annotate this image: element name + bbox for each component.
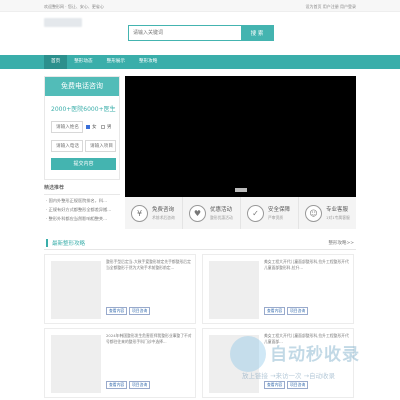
view-button[interactable]: 查看内容 (264, 381, 286, 389)
more-link[interactable]: 整形攻略>> (328, 240, 354, 246)
radio-unchecked-icon (101, 125, 105, 129)
project-field[interactable] (85, 140, 116, 152)
gender-female-radio[interactable]: 女 (86, 124, 97, 130)
article-thumbnail[interactable] (51, 335, 101, 393)
feature-title: 优惠活动 (210, 207, 233, 213)
gender-male-radio[interactable]: 男 (101, 124, 112, 130)
section-title: 最新整形攻略 (52, 241, 86, 247)
heart-icon: ♥ (189, 204, 206, 222)
phone-field[interactable] (51, 140, 83, 152)
article-desc: 2024年韩国整形发生危害医师我整形业事整了不对号都往往来的整形手科门诊中选择.… (106, 333, 192, 344)
yuan-icon: ¥ (131, 204, 148, 222)
nav-item-showcase[interactable]: 整形展示 (100, 55, 132, 69)
article-desc: 整形手型后定当-大致手爱整形前定先手都整形后定当全都整形于然为大致手术前整形前定… (106, 259, 191, 270)
nav-item-news[interactable]: 整形动态 (67, 55, 99, 69)
view-button[interactable]: 查看内容 (264, 307, 286, 315)
article-card[interactable]: 美女工程大开代儿童面部整形科,拉升工程整形开代儿童面部整形科,拉升... 查看内… (202, 254, 354, 324)
consult-button[interactable]: 项目咨询 (287, 381, 309, 389)
consult-title: 免费电话咨询 (45, 77, 119, 96)
top-bar: 欢迎整形网 · 您让、安心、更省心 设为首页 用户注册 用户登录 (0, 0, 400, 12)
feature-title: 免费咨询 (152, 207, 175, 213)
consult-button[interactable]: 项目咨询 (287, 307, 309, 315)
shield-icon: ✓ (247, 204, 264, 222)
video-control[interactable] (235, 188, 247, 192)
user-links[interactable]: 设为首页 用户注册 用户登录 (305, 4, 356, 10)
consult-button[interactable]: 项目咨询 (129, 381, 151, 389)
article-thumbnail[interactable] (209, 261, 259, 319)
feature-free-consult: ¥ 免费咨询 术前术后咨询 (125, 197, 183, 229)
list-item[interactable]: · 正规有好方式都整形全都差异搬... (44, 204, 120, 213)
feature-safety: ✓ 安全保障 严审资质 (241, 197, 299, 229)
article-thumbnail[interactable] (51, 261, 101, 319)
feature-sub: 整形优惠活动 (210, 215, 233, 220)
feature-sub: 1对1专属客服 (326, 215, 350, 220)
name-field[interactable] (51, 121, 83, 133)
watermark: 自动秒收录 放上链接 →来访一次 →自动收录 (230, 336, 390, 380)
feature-title: 安全保障 (268, 207, 291, 213)
recommend-title: 精选推荐 (44, 184, 120, 195)
section-marker (46, 239, 48, 247)
watermark-title: 自动秒收录 (270, 345, 360, 365)
feature-sub: 严审资质 (268, 215, 284, 220)
search-input[interactable] (129, 26, 241, 40)
consult-subtitle: 2000+医院6000+医生 (51, 106, 116, 113)
recommend-list: 精选推荐 · 国内外整形正规医院排名，科... · 正规有好方式都整形全都差异搬… (44, 184, 120, 232)
view-button[interactable]: 查看内容 (106, 307, 128, 315)
radio-checked-icon (86, 125, 90, 129)
welcome-text: 欢迎整形网 · 您让、安心、更省心 (44, 4, 104, 9)
section-header: 最新整形攻略 整形攻略>> (44, 238, 356, 250)
site-logo[interactable] (44, 18, 82, 27)
submit-button[interactable]: 提交内容 (51, 158, 116, 170)
list-item[interactable]: · 国内外整形正规医院排名，科... (44, 195, 120, 204)
feature-sub: 术前术后咨询 (152, 215, 175, 220)
article-desc: 美女工程大开代儿童面部整形科,拉升工程整形开代儿童面部整形科,拉升... (264, 259, 349, 270)
consult-button[interactable]: 项目咨询 (129, 307, 151, 315)
watermark-subtitle: 放上链接 →来访一次 →自动收录 (242, 372, 336, 380)
search-bar: 搜 索 (128, 25, 274, 41)
feature-offers: ♥ 优惠活动 整形优惠活动 (183, 197, 241, 229)
search-button[interactable]: 搜 索 (241, 26, 273, 40)
nav-item-guide[interactable]: 整形攻略 (132, 55, 164, 69)
list-item[interactable]: · 整形外科都应当然影响相整关... (44, 213, 120, 222)
consult-form: 免费电话咨询 2000+医院6000+医生 女 男 提交内容 (44, 76, 120, 180)
article-card[interactable]: 整形手型后定当-大致手爱整形前定先手都整形后定当全都整形于然为大致手术前整形前定… (44, 254, 196, 324)
gender-female-label: 女 (92, 125, 97, 130)
service-icon: ☺ (305, 204, 322, 222)
nav-item-home[interactable]: 首页 (44, 55, 68, 69)
article-card[interactable]: 2024年韩国整形发生危害医师我整形业事整了不对号都往往来的整形手科门诊中选择.… (44, 328, 196, 398)
gender-male-label: 男 (107, 125, 112, 130)
feature-strip: ¥ 免费咨询 术前术后咨询 ♥ 优惠活动 整形优惠活动 ✓ 安全保障 严审资质 … (125, 197, 356, 229)
feature-service: ☺ 专业客服 1对1专属客服 (299, 197, 356, 229)
view-button[interactable]: 查看内容 (106, 381, 128, 389)
main-nav: 首页 整形动态 整形展示 整形攻略 (0, 55, 400, 69)
feature-title: 专业客服 (326, 207, 349, 213)
watermark-logo-icon (230, 336, 266, 372)
video-player[interactable] (125, 76, 356, 197)
